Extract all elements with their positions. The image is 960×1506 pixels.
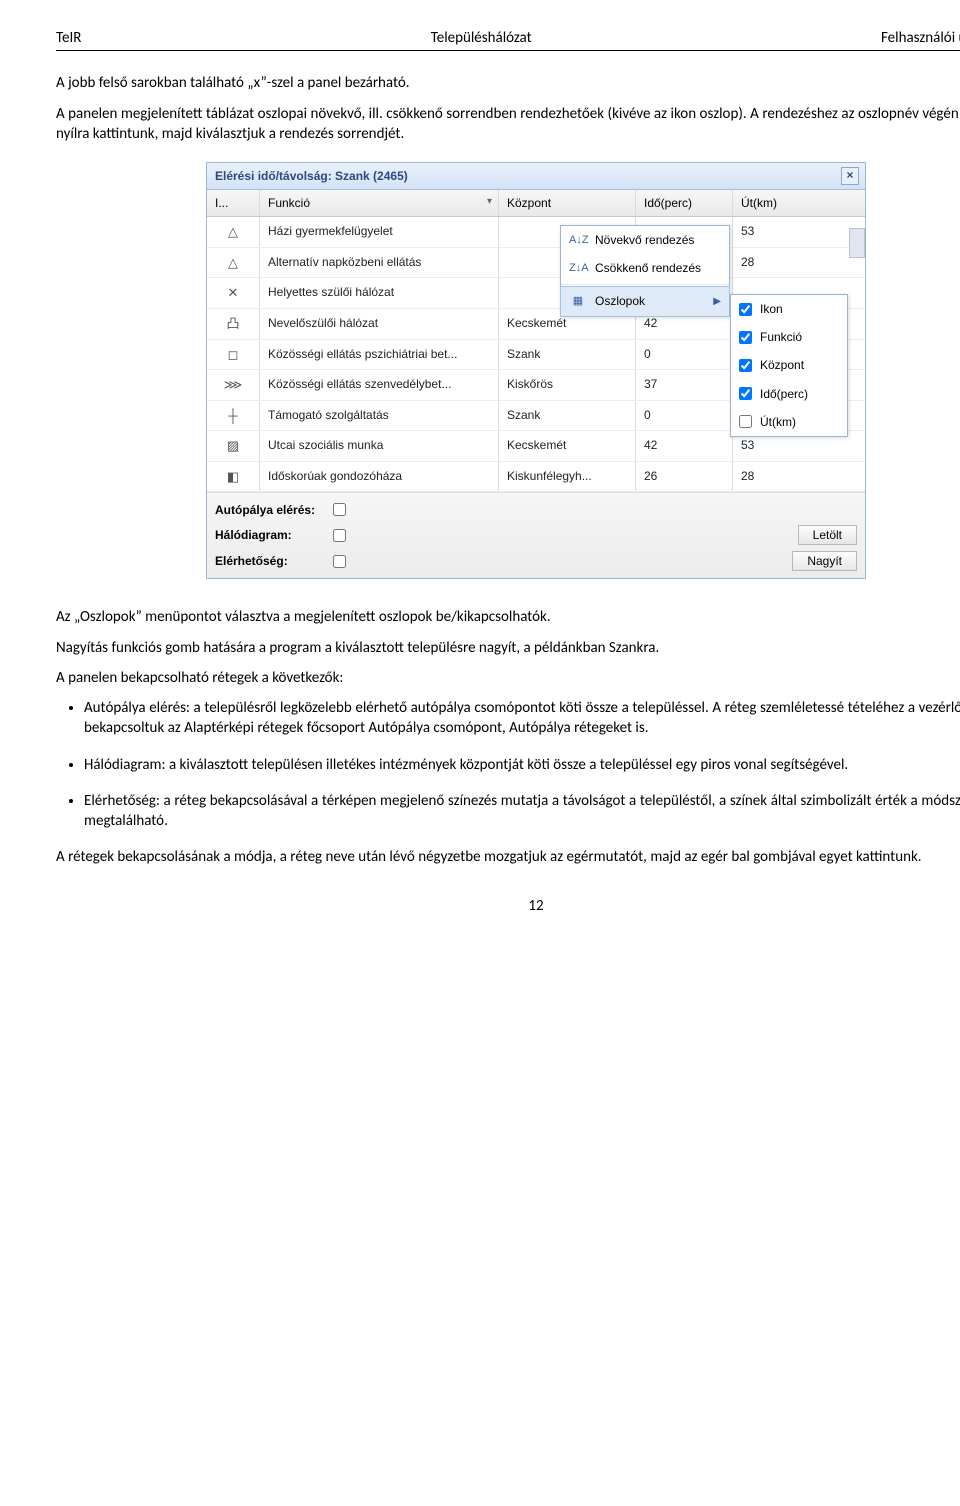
row-distance: 28 [733,462,865,492]
list-item: Elérhetőség: a réteg bekapcsolásával a t… [84,791,960,832]
column-toggle-label: Ikon [760,301,783,317]
row-icon: ┼ [207,401,260,431]
column-toggle-checkbox[interactable] [739,415,752,428]
row-function: Közösségi ellátás pszichiátriai bet... [260,340,499,370]
panel-title: Elérési idő/távolság: Szank (2465) [215,169,408,183]
column-toggle-label: Út(km) [760,414,796,430]
column-toggle-label: Funkció [760,329,802,345]
paragraph-6: A rétegek bekapcsolásának a módja, a rét… [56,847,960,867]
column-toggle-item[interactable]: Idő(perc) [731,380,847,408]
paragraph-3: Az „Oszlopok” menüpontot választva a meg… [56,607,960,627]
row-time: 26 [636,462,733,492]
row-center: Kiskunfélegyh... [499,462,636,492]
row-distance: 53 [733,217,865,247]
row-function: Alternatív napközbeni ellátás [260,248,499,278]
sort-desc-icon: Z↓A [569,261,587,276]
column-toggle-label: Központ [760,357,804,373]
list-item: Autópálya elérés: a településről legköze… [84,698,960,739]
footer-label-autopalya: Autópálya elérés: [215,502,325,518]
row-icon: ◻ [207,340,260,370]
row-function: Közösségi ellátás szenvedélybet... [260,370,499,400]
row-function: Házi gyermekfelügyelet [260,217,499,247]
column-toggle-checkbox[interactable] [739,303,752,316]
header-center: Településhálózat [431,28,532,48]
row-center: Szank [499,340,636,370]
paragraph-5: A panelen bekapcsolható rétegek a követk… [56,668,960,688]
row-distance: 28 [733,248,865,278]
columns-label: Oszlopok [595,293,645,309]
row-center: Kecskemét [499,431,636,461]
letolt-button[interactable]: Letölt [798,525,857,545]
halodiagram-checkbox[interactable] [333,529,346,542]
row-function: Helyettes szülői hálózat [260,278,499,308]
row-center: Kiskőrös [499,370,636,400]
columns-submenu: Ikon Funkció Központ Idő(perc) Út(km) [730,294,848,437]
sort-asc-icon: A↓Z [569,233,587,248]
column-toggle-checkbox[interactable] [739,331,752,344]
col-header-icon[interactable]: I... [207,190,260,216]
column-toggle-item[interactable]: Út(km) [731,408,847,436]
row-function: Időskorúak gondozóháza [260,462,499,492]
columns-icon: ▦ [569,294,587,309]
column-toggle-label: Idő(perc) [760,386,808,402]
header-right: Felhasználói útmutató [881,28,960,48]
column-toggle-checkbox[interactable] [739,359,752,372]
col-header-center[interactable]: Központ [499,190,636,216]
col-header-time[interactable]: Idő(perc) [636,190,733,216]
footer-label-elerhetoseg: Elérhetőség: [215,553,325,569]
dropdown-separator [561,284,729,285]
sort-asc-item[interactable]: A↓Z Növekvő rendezés [561,226,729,254]
columns-item[interactable]: ▦ Oszlopok ▶ [560,286,730,316]
column-toggle-item[interactable]: Funkció [731,323,847,351]
row-function: Nevelőszülői hálózat [260,309,499,339]
sort-desc-label: Csökkenő rendezés [595,260,701,276]
paragraph-1: A jobb felső sarokban található „x”-szel… [56,73,960,93]
row-icon: ✕ [207,278,260,308]
autopalya-checkbox[interactable] [333,503,346,516]
list-item: Hálódiagram: a kiválasztott településen … [84,755,960,775]
elerhetoseg-checkbox[interactable] [333,555,346,568]
paragraph-4: Nagyítás funkciós gomb hatására a progra… [56,638,960,658]
row-time: 0 [636,340,733,370]
column-toggle-item[interactable]: Ikon [731,295,847,323]
row-icon: 凸 [207,309,260,339]
table-row[interactable]: △Házi gyermekfelügyelet 53 [207,217,865,248]
row-icon: ▨ [207,431,260,461]
sort-asc-label: Növekvő rendezés [595,232,694,248]
chevron-right-icon: ▶ [713,295,721,309]
column-toggle-checkbox[interactable] [739,387,752,400]
row-center: Szank [499,401,636,431]
row-function: Támogató szolgáltatás [260,401,499,431]
header-left: TeIR [56,28,81,48]
close-button[interactable]: × [841,167,859,185]
scrollbar[interactable] [849,228,865,258]
row-icon: △ [207,248,260,278]
row-function: Utcai szociális munka [260,431,499,461]
row-icon: ◧ [207,462,260,492]
row-time: 42 [636,431,733,461]
page-number: 12 [56,896,960,916]
paragraph-2: A panelen megjelenített táblázat oszlopa… [56,104,960,145]
footer-label-halodiagram: Hálódiagram: [215,527,325,543]
col-header-function[interactable]: Funkció [260,190,499,216]
table-row[interactable]: ◧Időskorúak gondozóházaKiskunfélegyh...2… [207,462,865,493]
sort-dropdown: A↓Z Növekvő rendezés Z↓A Csökkenő rendez… [560,225,730,317]
row-icon: △ [207,217,260,247]
col-header-distance[interactable]: Út(km) [733,190,865,216]
sort-desc-item[interactable]: Z↓A Csökkenő rendezés [561,254,729,282]
nagyit-button[interactable]: Nagyít [792,551,857,571]
row-icon: ⋙ [207,370,260,400]
row-time: 0 [636,401,733,431]
table-row[interactable]: △Alternatív napközbeni ellátás 28 [207,248,865,279]
row-time: 37 [636,370,733,400]
column-toggle-item[interactable]: Központ [731,351,847,379]
